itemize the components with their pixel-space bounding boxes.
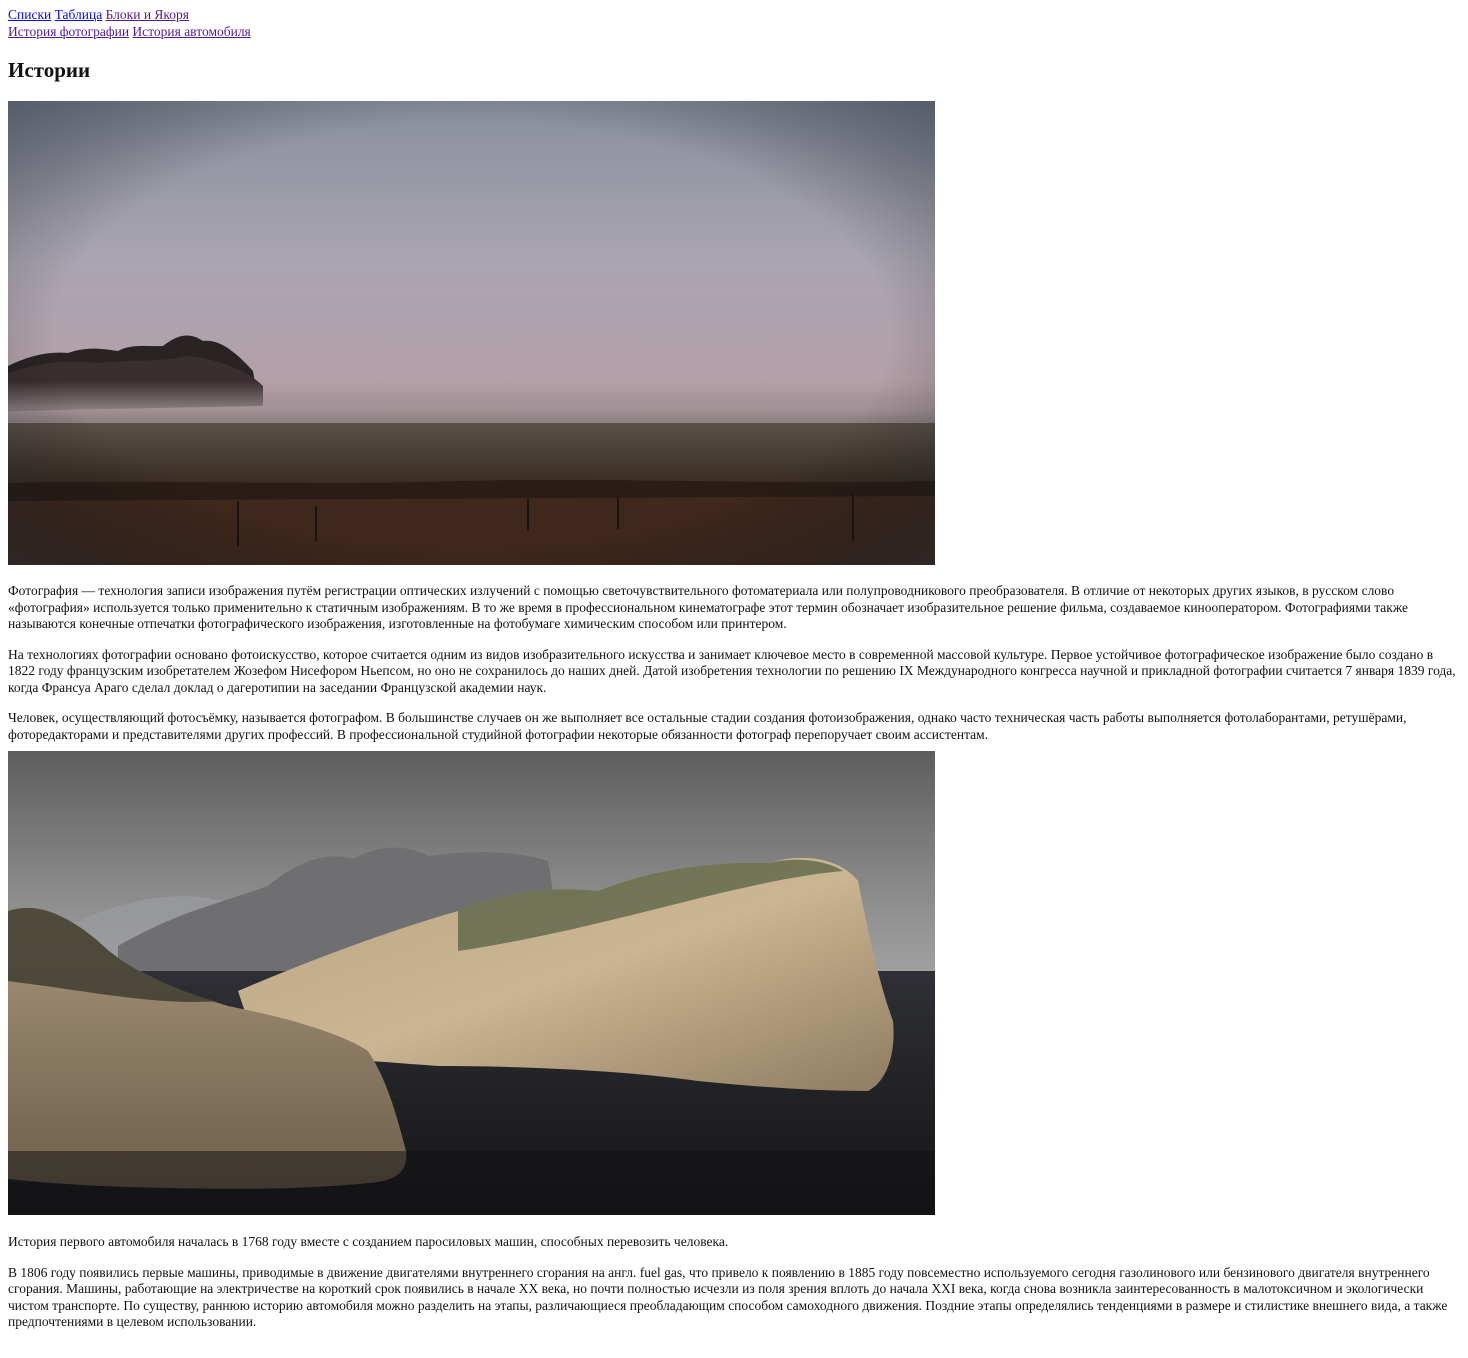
coastal-cliffs-photo [8, 751, 935, 1215]
car-paragraph: В 1806 году появились первые машины, при… [8, 1264, 1448, 1330]
misty-field-photo [8, 101, 935, 565]
nav-link-lists[interactable]: Списки [8, 7, 51, 22]
photo-paragraph: Фотография — технология записи изображен… [8, 583, 1408, 631]
photo-paragraph: Человек, осуществляющий фотосъёмку, назы… [8, 710, 1407, 742]
nav-row-2: История фотографии История автомобиля [8, 24, 1460, 41]
photo-paragraph: На технологиях фотографии основано фотои… [8, 646, 1456, 695]
nav-row-1: Списки Таблица Блоки и Якоря [8, 7, 1460, 24]
page-title: Истории [8, 58, 91, 82]
anchor-link-car-history[interactable]: История автомобиля [132, 24, 250, 39]
anchor-link-photo-history[interactable]: История фотографии [8, 24, 129, 39]
car-paragraph: История первого автомобиля началась в 17… [8, 1234, 729, 1249]
nav-link-table[interactable]: Таблица [55, 7, 103, 22]
nav-link-blocks-anchors[interactable]: Блоки и Якоря [106, 7, 189, 22]
